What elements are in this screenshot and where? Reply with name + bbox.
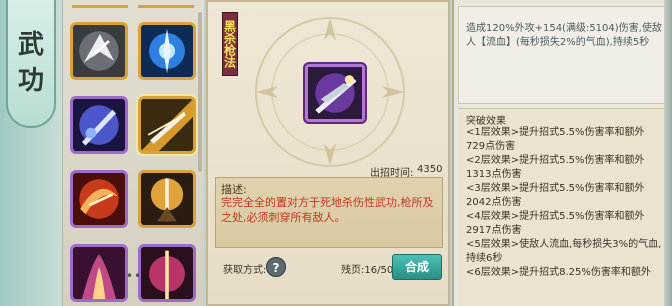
tab-label-char-2: 功 (17, 66, 44, 96)
golden-halo-spear-skill-icon (141, 173, 193, 225)
silver-wolf-skill-icon (73, 25, 125, 77)
tab-martial-arts[interactable]: 武 功 (6, 0, 56, 128)
blue-swirl-spear-skill-icon (73, 99, 125, 151)
breakthrough-list[interactable]: <1层效果>提升招式5.5%伤害率和额外729点伤害 <2层效果>提升招式5.5… (466, 126, 662, 280)
skill-slot-8[interactable] (138, 244, 196, 302)
grid-scrollbar[interactable] (198, 12, 202, 172)
tab-label-char-1: 武 (17, 30, 44, 60)
skill-slot-2[interactable] (138, 22, 196, 80)
damage-text: 造成120%外攻+154(满级:5104)伤害,使敌人【流血】(每秒损失2%的气… (466, 23, 662, 48)
acquire-method-label: 获取方式: (223, 265, 267, 276)
grid-top-frame (72, 2, 128, 8)
more-indicator: •• (126, 269, 143, 283)
breakthrough-item: <4层效果>提升招式5.5%伤害率和额外2917点伤害 (466, 211, 645, 236)
breakthrough-item: <1层效果>提升招式5.5%伤害率和额外729点伤害 (466, 127, 645, 152)
skill-slot-4-selected[interactable] (138, 96, 196, 154)
golden-spear-thrust-skill-icon (308, 67, 362, 119)
skill-slot-1[interactable] (70, 22, 128, 80)
breakthrough-item: <6层效果>提升招式8.25%伤害率和额外 (466, 267, 651, 278)
skill-slot-7[interactable] (70, 244, 128, 302)
fire-slash-skill-icon (73, 173, 125, 225)
right-edge-frame (664, 0, 672, 306)
divider (458, 108, 668, 109)
fragment-count: 残页:16/50 (341, 265, 394, 276)
cast-time-value: 4350 (417, 164, 443, 175)
breakthrough-item: <5层效果>使敌人流血,每秒损失3%的气血,持续6秒 (466, 239, 662, 264)
description-text: 完完全全的置对方于死地杀伤性武功,枪所及之处,必须刺穿所有敌人。 (221, 196, 434, 224)
purple-flame-skill-icon (73, 247, 125, 299)
craft-button[interactable]: 合成 (392, 254, 442, 280)
breakthrough-item: <2层效果>提升招式5.5%伤害率和额外1313点伤害 (466, 155, 645, 180)
crimson-spear-skill-icon (141, 247, 193, 299)
grid-top-frame (138, 2, 194, 8)
breakthrough-item: <3层效果>提升招式5.5%伤害率和额外2042点伤害 (466, 183, 645, 208)
selected-skill-icon (305, 64, 365, 122)
skill-slot-5[interactable] (70, 170, 128, 228)
golden-spear-thrust-skill-icon (141, 99, 193, 151)
blue-spear-burst-skill-icon (141, 25, 193, 77)
help-button[interactable]: ? (266, 257, 286, 277)
breakthrough-title: 突破效果 (466, 116, 506, 127)
skill-slot-3[interactable] (70, 96, 128, 154)
skill-slot-6[interactable] (138, 170, 196, 228)
damage-info-box (458, 6, 668, 104)
skill-name-banner: 黑杀枪法 (222, 12, 238, 76)
